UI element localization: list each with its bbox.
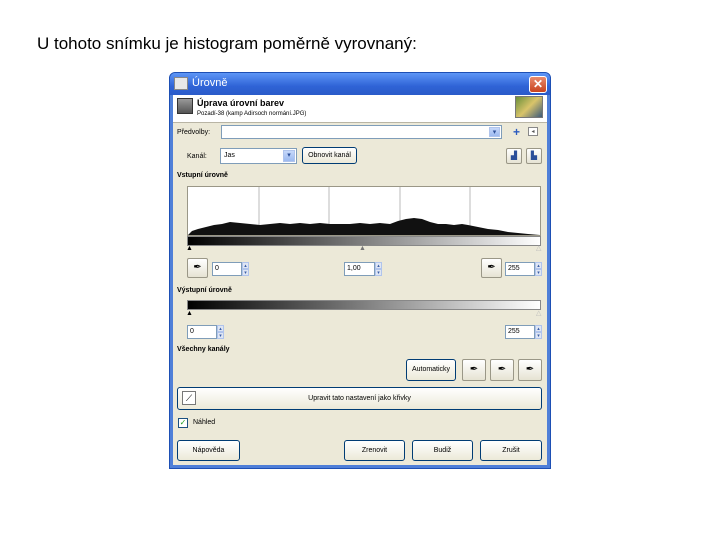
image-name: Pozadí-38 (kamp Adirsoch normání.JPG) — [197, 111, 307, 117]
preview-label: Náhled — [193, 419, 216, 426]
log-histogram-icon[interactable]: ▙ — [526, 148, 542, 164]
input-high-slider-handle[interactable]: △ — [536, 245, 541, 252]
histogram-chart — [188, 187, 540, 235]
edit-as-curves-label: Upravit tato nastavení jako křivky — [308, 395, 411, 402]
histogram — [187, 186, 541, 236]
output-low-slider-handle[interactable]: ▲ — [186, 310, 193, 317]
curves-icon: ⟋ — [182, 391, 196, 405]
slide-heading: U tohoto snímku je histogram poměrně vyr… — [37, 34, 417, 53]
menu-icon[interactable]: ◂ — [528, 127, 538, 136]
auto-button[interactable]: Automaticky — [406, 359, 456, 381]
white-point-picker-icon[interactable]: ✒ — [481, 258, 502, 278]
black-picker-icon[interactable]: ✒ — [462, 359, 486, 381]
spin-up-icon[interactable]: ▴ — [535, 325, 542, 332]
input-gamma-slider-handle[interactable]: ▲ — [359, 245, 366, 252]
help-button[interactable]: Nápověda — [177, 440, 240, 461]
cancel-button[interactable]: Zrušit — [480, 440, 542, 461]
spin-up-icon[interactable]: ▴ — [217, 325, 224, 332]
gray-picker-icon[interactable]: ✒ — [490, 359, 514, 381]
spin-down-icon[interactable]: ▾ — [375, 269, 382, 276]
output-levels-label: Výstupní úrovně — [177, 287, 232, 294]
spin-up-icon[interactable]: ▴ — [375, 262, 382, 269]
input-low-field[interactable]: 0 — [212, 262, 242, 276]
ok-button[interactable]: Budiž — [412, 440, 473, 461]
close-button[interactable]: ✕ — [529, 76, 547, 93]
spin-down-icon[interactable]: ▾ — [217, 332, 224, 339]
input-gamma-field[interactable]: 1,00 — [344, 262, 375, 276]
output-high-field[interactable]: 255 — [505, 325, 535, 339]
all-channels-label: Všechny kanály — [177, 346, 230, 353]
window-title: Úrovně — [192, 77, 228, 89]
reset-button[interactable]: Zrenovit — [344, 440, 405, 461]
chevron-down-icon[interactable]: ▾ — [283, 150, 295, 162]
spin-down-icon[interactable]: ▾ — [535, 332, 542, 339]
chevron-down-icon[interactable]: ▾ — [489, 127, 500, 137]
output-high-slider-handle[interactable]: △ — [536, 310, 541, 317]
presets-combo[interactable] — [221, 125, 502, 139]
spin-down-icon[interactable]: ▾ — [535, 269, 542, 276]
input-levels-label: Vstupní úrovně — [177, 172, 228, 179]
channel-label: Kanál: — [187, 153, 207, 160]
edit-as-curves-button[interactable]: ⟋ Upravit tato nastavení jako křivky — [177, 387, 542, 410]
linear-histogram-icon[interactable]: ▟ — [506, 148, 522, 164]
output-gradient — [187, 300, 541, 310]
white-picker-icon[interactable]: ✒ — [518, 359, 542, 381]
input-low-slider-handle[interactable]: ▲ — [186, 245, 193, 252]
output-low-field[interactable]: 0 — [187, 325, 217, 339]
preview-checkbox[interactable]: ✓ — [178, 418, 188, 428]
black-point-picker-icon[interactable]: ✒ — [187, 258, 208, 278]
dialog-heading: Úprava úrovní barev — [197, 98, 285, 108]
spin-up-icon[interactable]: ▴ — [242, 262, 249, 269]
spin-down-icon[interactable]: ▾ — [242, 269, 249, 276]
input-high-field[interactable]: 255 — [505, 262, 535, 276]
presets-label: Předvolby: — [177, 129, 211, 136]
levels-icon — [174, 77, 188, 90]
plus-icon[interactable]: + — [510, 125, 523, 139]
spin-up-icon[interactable]: ▴ — [535, 262, 542, 269]
channel-value: Jas — [224, 152, 235, 159]
histogram-area — [188, 218, 540, 235]
levels-header-icon — [177, 98, 193, 114]
reset-channel-button[interactable]: Obnovit kanál — [302, 147, 357, 164]
image-thumbnail — [515, 96, 543, 118]
